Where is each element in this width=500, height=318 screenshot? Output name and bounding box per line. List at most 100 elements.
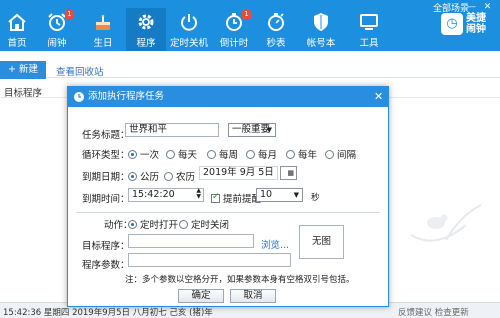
cycle-option-once[interactable]: 一次 [128, 147, 159, 161]
brand-line-2: 闹钟 [466, 24, 486, 35]
checkbox-icon [211, 192, 220, 203]
ok-button[interactable]: 确定 [178, 289, 224, 303]
task-title-label: 任务标题： [82, 130, 130, 141]
nav-item-birthday[interactable]: 生日 [80, 8, 126, 51]
status-actions[interactable]: 反馈建议 检查更新 [398, 306, 469, 318]
cycle-option-yearly[interactable]: 每年 [286, 147, 317, 161]
main-nav: 首页 1 闹钟 生日 程序 定时关机 1 倒计时 秒表 帐号本 工具 [0, 8, 392, 51]
action-option-label: 定时打开 [140, 220, 179, 231]
program-params-input[interactable] [128, 253, 291, 267]
close-icon[interactable]: ✕ [374, 87, 383, 107]
brand-name: 美捷 闹钟 [466, 13, 486, 35]
radio-icon [246, 149, 255, 159]
app-logo-icon: ◷ [441, 13, 463, 35]
nav-item-countdown[interactable]: 1 倒计时 [212, 8, 256, 51]
add-program-task-dialog: 添加执行程序任务 ✕ 任务标题： 世界和平 一般重要 ▼ 循环类型： 一次 每天 … [67, 86, 389, 307]
cake-icon [96, 14, 110, 30]
cycle-option-label: 每周 [219, 150, 239, 161]
date-picker-button[interactable]: ▦ [280, 166, 297, 180]
calendar-option-solar[interactable]: 公历 [128, 169, 159, 183]
radio-icon [164, 171, 173, 181]
dialog-clock-icon [74, 92, 84, 102]
cycle-option-label: 每天 [178, 150, 198, 161]
target-program-input[interactable] [128, 234, 254, 248]
stopwatch-icon [268, 13, 284, 31]
priority-select[interactable]: 一般重要 ▼ [228, 123, 276, 137]
brand-line-1: 美捷 [466, 13, 486, 24]
dialog-divider [76, 212, 380, 213]
power-icon [181, 14, 197, 31]
remind-unit-label: 秒 [311, 193, 320, 203]
countdown-icon-wrap: 1 [223, 10, 251, 33]
dialog-title-bar: 添加执行程序任务 ✕ [68, 87, 388, 107]
cycle-option-label: 一次 [140, 150, 160, 161]
brand-logo: ◷ 美捷 闹钟 [441, 13, 486, 35]
cycle-option-monthly[interactable]: 每月 [246, 147, 277, 161]
task-title-input[interactable]: 世界和平 [125, 123, 219, 137]
nav-item-program[interactable]: 程序 [126, 8, 166, 51]
monitor-icon [360, 14, 378, 30]
close-window-button[interactable]: ✕ [482, 2, 493, 12]
nav-item-account[interactable]: 帐号本 [296, 8, 346, 51]
remind-seconds-value: 10 [260, 189, 273, 200]
radio-icon [128, 149, 137, 159]
minimize-button[interactable]: — [466, 2, 477, 12]
new-task-button[interactable]: + 新建 [0, 61, 46, 79]
calendar-option-label: 农历 [176, 172, 196, 183]
nav-item-home[interactable]: 首页 [0, 8, 34, 51]
radio-icon [207, 149, 216, 159]
spinner-arrows-icon: ▲ ▼ [196, 187, 201, 200]
nav-item-stopwatch[interactable]: 秒表 [256, 8, 296, 51]
browse-link[interactable]: 浏览... [261, 237, 289, 251]
radio-icon [325, 149, 334, 159]
due-time-input[interactable]: 15:42:20 ▲ ▼ [128, 188, 204, 202]
target-program-label: 目标程序： [82, 241, 130, 252]
window-controls: — ✕ [466, 2, 493, 12]
alarm-badge: 1 [65, 10, 74, 19]
chevron-down-icon: ▼ [266, 126, 272, 134]
radio-icon [128, 171, 137, 181]
priority-value: 一般重要 [232, 124, 271, 135]
due-time-value: 15:42:20 [132, 189, 175, 200]
cycle-option-label: 每年 [298, 150, 318, 161]
calendar-option-label: 公历 [140, 172, 160, 183]
cycle-option-daily[interactable]: 每天 [166, 147, 197, 161]
action-option-label: 定时关闭 [191, 220, 230, 231]
radio-icon [179, 219, 188, 229]
countdown-badge: 1 [242, 10, 251, 19]
cycle-option-interval[interactable]: 间隔 [325, 147, 356, 161]
bird-watermark-icon [410, 204, 482, 242]
radio-icon [286, 149, 295, 159]
action-option-close[interactable]: 定时关闭 [179, 217, 229, 231]
cancel-button[interactable]: 取消 [230, 289, 276, 303]
calendar-option-lunar[interactable]: 农历 [164, 169, 195, 183]
cycle-type-label: 循环类型： [82, 150, 130, 161]
due-date-label: 到期日期： [82, 172, 130, 183]
radio-icon [166, 149, 175, 159]
top-nav-bar: 全部场景 — ✕ 首页 1 闹钟 生日 程序 定时关机 1 倒计时 秒表 帐号本… [0, 0, 500, 51]
status-datetime: 15:42:36 星期四 2019年9月5日 八月初七 己亥 (猪)年 [3, 308, 213, 318]
gear-icon [138, 14, 154, 30]
due-date-input[interactable]: 2019年 9月 5日 [199, 166, 278, 180]
cycle-option-label: 每月 [258, 150, 278, 161]
cycle-option-label: 间隔 [337, 150, 357, 161]
program-icon-preview: 无图 [299, 225, 344, 259]
recycle-bin-link[interactable]: 查看回收站 [56, 64, 104, 78]
alarm-icon-wrap: 1 [46, 10, 74, 33]
program-params-label: 程序参数： [82, 260, 130, 271]
home-icon [8, 13, 26, 31]
nav-item-tools[interactable]: 工具 [346, 8, 392, 51]
nav-item-alarm[interactable]: 1 闹钟 [34, 8, 80, 51]
shield-icon [314, 13, 328, 31]
chevron-down-icon: ▼ [293, 191, 299, 199]
remind-seconds-select[interactable]: 10 ▼ [256, 188, 303, 202]
cycle-option-weekly[interactable]: 每周 [207, 147, 238, 161]
calendar-icon: ▦ [287, 169, 294, 177]
dialog-title: 添加执行程序任务 [88, 91, 165, 102]
params-note: 注：多个参数以空格分开，如果参数本身有空格双引号包括。 [125, 275, 355, 285]
radio-icon [128, 219, 137, 229]
remind-ahead-checkbox[interactable]: 提前提醒 [211, 191, 261, 205]
due-time-label: 到期时间： [82, 194, 130, 205]
nav-item-shutdown[interactable]: 定时关机 [166, 8, 212, 51]
action-option-open[interactable]: 定时打开 [128, 217, 178, 231]
